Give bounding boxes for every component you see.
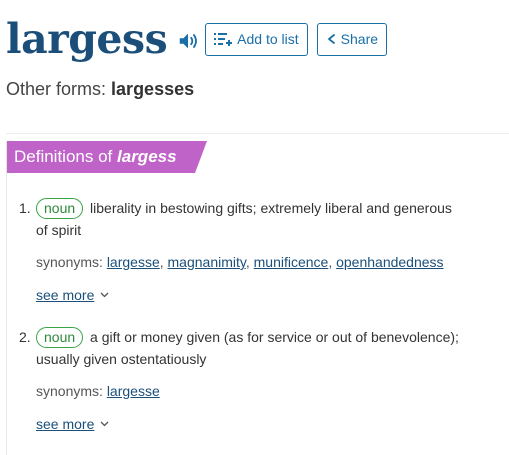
headword: largess [6,15,168,63]
share-icon [327,34,335,44]
sense-number: 2. [19,329,31,345]
definitions-panel: Definitions of largess 1. noun liberality… [6,141,509,455]
definitions-banner: Definitions of largess [7,141,207,173]
sense-number: 1. [19,200,31,216]
synonym-link[interactable]: largesse [107,254,160,270]
synonyms-label: synonyms: [36,383,103,399]
sense-2: 2. noun a gift or money given (as for ser… [19,326,489,434]
definition-text: a gift or money given (as for service or… [90,329,459,345]
add-to-list-label: Add to list [237,31,299,47]
other-forms: Other forms: largesses [6,79,194,100]
share-button[interactable]: Share [316,22,388,56]
chevron-down-icon [100,292,109,298]
see-more-toggle[interactable]: see more [19,414,489,434]
see-more-link[interactable]: see more [36,414,94,434]
see-more-toggle[interactable]: see more [19,285,489,305]
definition-text-continued: usually given ostentatiously [36,351,207,367]
chevron-down-icon [100,421,109,427]
synonyms-row: synonyms: largesse [19,381,489,401]
share-label: Share [340,31,379,47]
other-forms-label: Other forms: [6,79,107,99]
synonyms-label: synonyms: [36,254,103,270]
add-to-list-button[interactable]: Add to list [205,22,308,56]
entry-header: largess Add to list Share [6,14,388,64]
synonym-link[interactable]: openhandedness [336,254,443,270]
other-forms-value: largesses [111,79,195,99]
definition-text-continued: of spirit [36,222,82,238]
sense-definition: 2. noun a gift or money given (as for ser… [19,326,489,348]
pos-tag: noun [36,198,84,219]
list-add-icon [214,33,233,46]
synonyms-row: synonyms: largesse, magnanimity, munific… [36,254,444,270]
speaker-icon[interactable] [177,30,199,52]
section-divider [6,133,509,134]
synonym-link[interactable]: largesse [107,383,160,399]
sense-definition: 1. noun liberality in bestowing gifts; ex… [19,197,489,219]
see-more-link[interactable]: see more [36,285,94,305]
synonym-link[interactable]: magnanimity [168,254,246,270]
synonym-link[interactable]: munificence [254,254,329,270]
pos-tag: noun [36,327,84,348]
definition-text: liberality in bestowing gifts; extremely… [90,200,452,216]
sense-1: 1. noun liberality in bestowing gifts; ex… [19,197,489,305]
definitions-word: largess [117,147,177,166]
definitions-prefix: Definitions of [14,147,113,166]
